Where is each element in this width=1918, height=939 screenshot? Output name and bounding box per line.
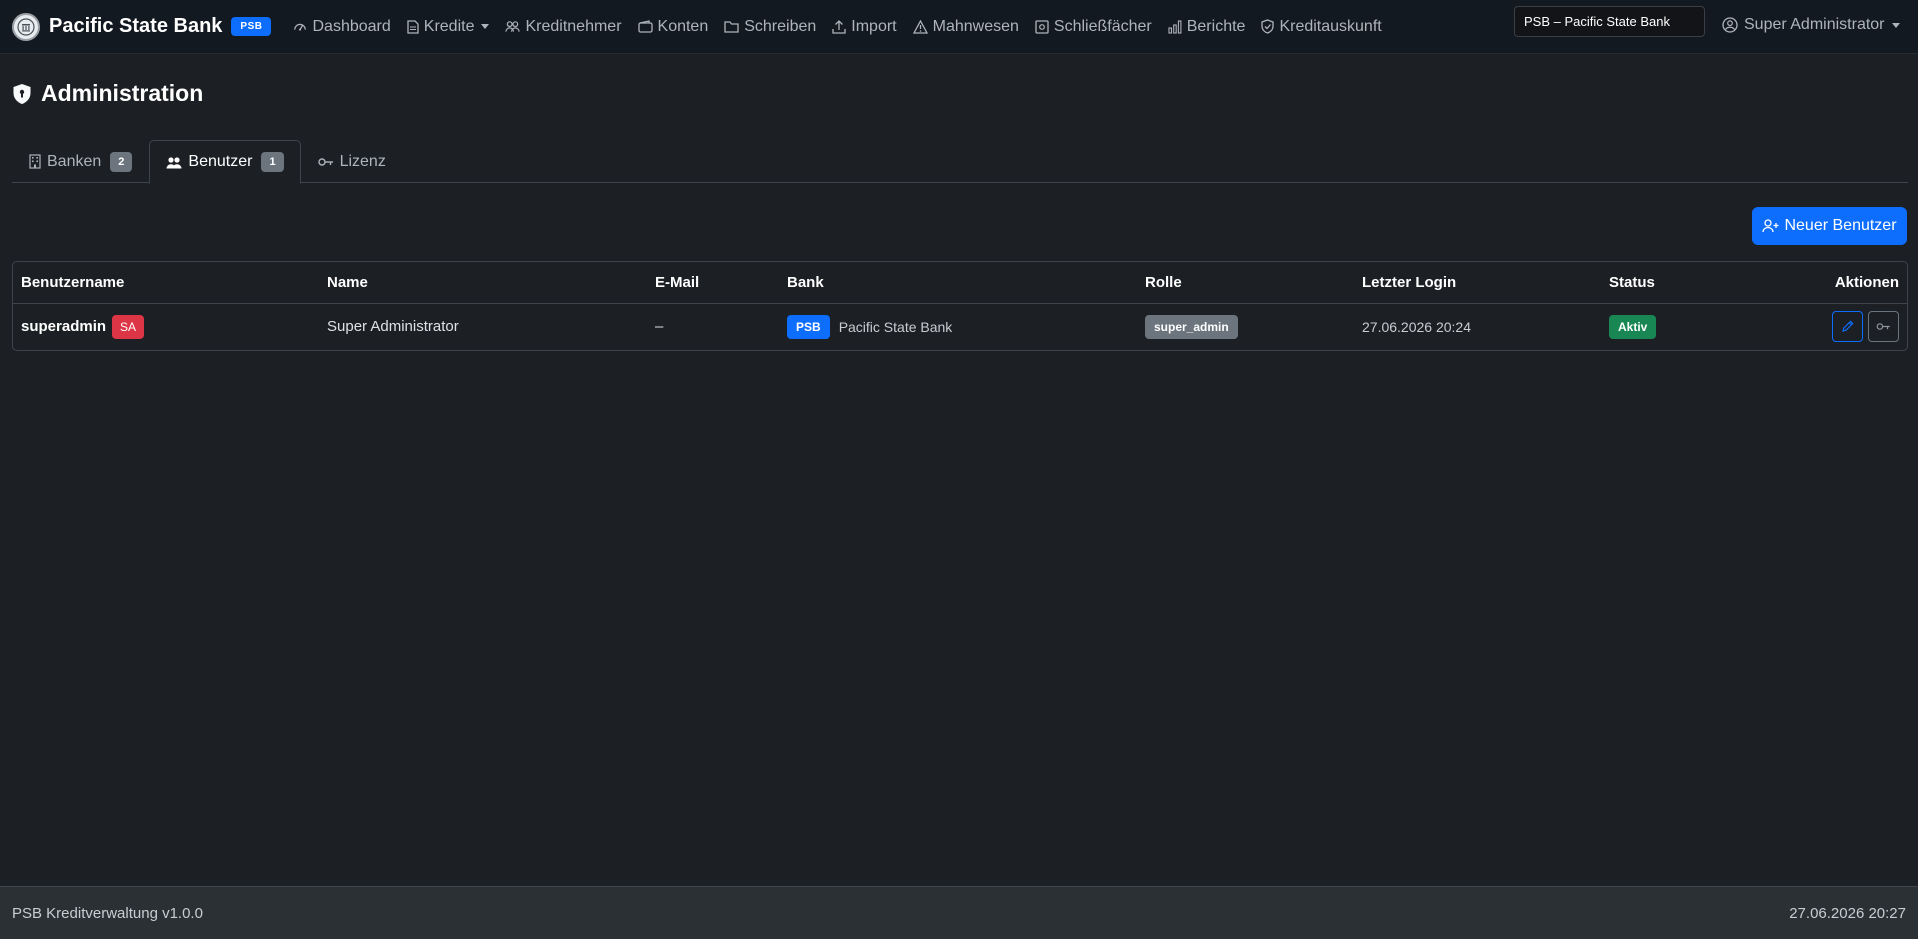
tab-benutzer[interactable]: Benutzer 1: [149, 140, 301, 184]
nav-item-kreditauskunft[interactable]: Kreditauskunft: [1261, 17, 1382, 36]
cell-username: superadmin SA: [13, 303, 319, 350]
table-row[interactable]: superadmin SA Super Administrator – PSB P…: [13, 303, 1907, 350]
people-icon: [166, 156, 182, 169]
people-icon: [505, 20, 521, 33]
nav-item-schliessfaecher[interactable]: Schließfächer: [1035, 18, 1152, 36]
nav-item-kredite[interactable]: Kredite: [407, 18, 490, 36]
shield-check-icon: [1261, 19, 1275, 34]
nav-item-label: Kreditnehmer: [525, 17, 622, 35]
col-email[interactable]: E-Mail: [647, 262, 779, 304]
tab-lizenz[interactable]: Lizenz: [301, 140, 403, 183]
edit-user-button[interactable]: [1832, 311, 1863, 343]
admin-tabs: Banken 2 Benutzer 1 Lizenz: [12, 140, 1908, 184]
col-role[interactable]: Rolle: [1137, 262, 1354, 304]
folder-icon: [724, 20, 739, 33]
nav-item-mahnwesen[interactable]: Mahnwesen: [912, 17, 1019, 36]
tab-count-badge: 2: [110, 151, 133, 172]
tab-count-badge: 1: [261, 152, 284, 172]
nav-item-schreiben[interactable]: Schreiben: [724, 18, 816, 36]
user-menu[interactable]: Super Administrator: [1722, 16, 1900, 34]
brand-badge: PSB: [231, 17, 272, 36]
key-icon: [1876, 322, 1891, 331]
bank-selector[interactable]: PSB – Pacific State Bank: [1514, 6, 1705, 37]
nav-item-label: Import: [851, 17, 897, 35]
nav-item-label: Kreditauskunft: [1279, 17, 1382, 35]
top-navbar: Pacific State Bank PSB Dashboard Kredite…: [0, 0, 1918, 54]
footer-timestamp: 27.06.2026 20:27: [1789, 904, 1906, 922]
nav-item-label: Kredite: [423, 17, 475, 35]
bar-chart-icon: [1168, 19, 1182, 34]
tab-label: Lizenz: [339, 152, 386, 170]
brand-name: Pacific State Bank: [49, 15, 223, 37]
nav-item-label: Berichte: [1186, 17, 1246, 35]
tab-label: Benutzer: [188, 153, 253, 170]
nav-item-dashboard[interactable]: Dashboard: [293, 17, 391, 36]
col-actions: Aktionen: [1721, 262, 1907, 304]
page-title: Administration: [41, 80, 204, 106]
user-circle-icon: [1722, 17, 1738, 33]
shield-lock-icon: [12, 83, 32, 105]
bank-name: Pacific State Bank: [838, 318, 953, 335]
cell-last-login: 27.06.2026 20:24: [1362, 318, 1471, 335]
building-icon: [29, 154, 41, 169]
nav-item-label: Konten: [657, 17, 709, 35]
col-status[interactable]: Status: [1601, 262, 1721, 304]
cell-status: Aktiv: [1601, 303, 1721, 350]
tab-banken[interactable]: Banken 2: [12, 140, 149, 183]
bank-code-badge: PSB: [787, 314, 830, 339]
key-icon: [317, 157, 334, 167]
tab-label: Banken: [47, 152, 102, 170]
pencil-icon: [1841, 320, 1854, 333]
cell-name: Super Administrator: [327, 318, 459, 336]
col-bank[interactable]: Bank: [779, 262, 1137, 304]
speedometer-icon: [293, 20, 307, 34]
brand[interactable]: Pacific State Bank PSB: [12, 12, 272, 41]
cell-role: super_admin: [1137, 303, 1354, 350]
nav-item-import[interactable]: Import: [832, 17, 897, 36]
cell-bank: PSB Pacific State Bank: [779, 303, 1137, 350]
cell-email: –: [655, 318, 664, 336]
super-admin-badge: SA: [112, 314, 145, 339]
chevron-down-icon: [481, 24, 490, 29]
document-icon: [407, 19, 419, 34]
footer: PSB Kreditverwaltung v1.0.0 27.06.2026 2…: [0, 886, 1918, 939]
nav-item-konten[interactable]: Konten: [637, 17, 709, 36]
page-header: Administration: [12, 80, 203, 107]
main-nav: Dashboard Kredite Kreditnehmer Konten Sc…: [293, 18, 1397, 36]
new-user-button[interactable]: Neuer Benutzer: [1752, 207, 1907, 245]
person-plus-icon: [1762, 219, 1779, 233]
nav-item-label: Schreiben: [744, 17, 817, 35]
col-username[interactable]: Benutzername: [13, 262, 319, 304]
cell-actions: [1721, 303, 1907, 350]
role-badge: super_admin: [1145, 314, 1238, 339]
table-header-row: Benutzername Name E-Mail Bank Rolle Letz…: [13, 262, 1907, 304]
footer-version: PSB Kreditverwaltung v1.0.0: [12, 904, 203, 922]
upload-icon: [832, 19, 846, 34]
nav-item-label: Schließfächer: [1053, 17, 1152, 35]
nav-item-label: Dashboard: [312, 17, 391, 35]
status-badge: Aktiv: [1609, 314, 1657, 339]
username-text: superadmin: [21, 317, 107, 335]
col-name[interactable]: Name: [319, 262, 647, 304]
nav-item-berichte[interactable]: Berichte: [1168, 17, 1246, 36]
bank-seal-logo-icon: [12, 12, 40, 41]
wallet-icon: [637, 20, 653, 33]
safe-icon: [1035, 19, 1049, 34]
user-name: Super Administrator: [1744, 16, 1885, 33]
warning-icon: [912, 19, 928, 34]
new-user-label: Neuer Benutzer: [1784, 217, 1897, 234]
nav-item-kreditnehmer[interactable]: Kreditnehmer: [505, 17, 622, 36]
users-table: Benutzername Name E-Mail Bank Rolle Letz…: [12, 261, 1908, 351]
chevron-down-icon: [1891, 22, 1900, 28]
col-last-login[interactable]: Letzter Login: [1354, 262, 1601, 304]
reset-password-button[interactable]: [1868, 311, 1899, 343]
nav-item-label: Mahnwesen: [932, 17, 1019, 35]
